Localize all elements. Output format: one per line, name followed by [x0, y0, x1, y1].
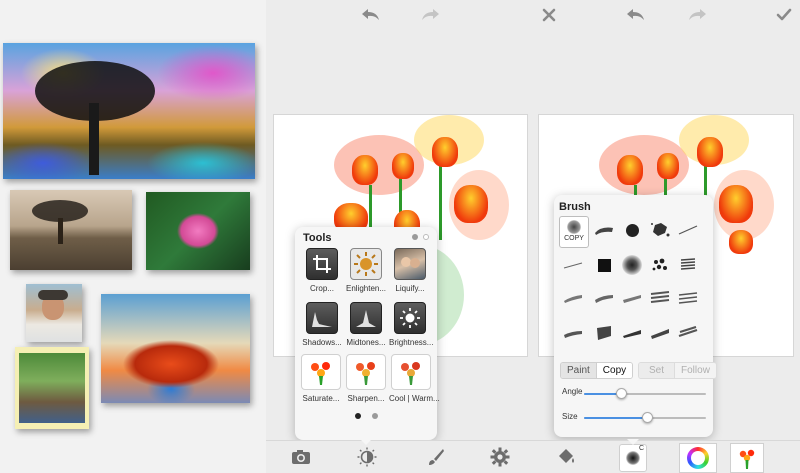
brush-splatter[interactable]	[647, 219, 673, 241]
brush-pencil-line[interactable]	[560, 254, 586, 276]
brush-stroke-5[interactable]	[675, 287, 701, 309]
gear-icon[interactable]	[489, 447, 511, 467]
pagination-dot-active[interactable]	[355, 413, 361, 419]
redo-icon[interactable]	[418, 4, 442, 26]
source-set-button[interactable]: Set	[639, 363, 675, 378]
brush-bristle[interactable]	[675, 254, 701, 276]
brush-selected-label: COPY	[564, 235, 584, 242]
top-toolbar	[266, 0, 800, 32]
tool-brightness-label: Brightness...	[389, 338, 434, 347]
tool-sharpen[interactable]: Sharpen...	[344, 354, 388, 403]
color-wheel-icon	[687, 447, 709, 469]
tool-saturate-label: Saturate...	[302, 394, 340, 403]
brush-mode-badge: C	[638, 445, 644, 452]
gallery-photo-tree-landscape[interactable]	[3, 43, 255, 179]
cool-warm-preview	[391, 354, 431, 390]
tools-popup-pointer	[360, 439, 372, 445]
brush-stroke-6[interactable]	[560, 322, 586, 344]
pagination-dot[interactable]	[372, 413, 378, 419]
color-picker-button[interactable]	[679, 443, 717, 473]
brush-selected[interactable]: COPY	[559, 216, 589, 248]
tool-liquify-label: Liquify...	[395, 284, 425, 293]
crop-icon	[306, 248, 338, 280]
camera-icon[interactable]	[290, 447, 312, 467]
enlighten-icon	[350, 248, 382, 280]
tool-sharpen-label: Sharpen...	[347, 394, 385, 403]
tool-liquify[interactable]: Liquify...	[389, 248, 431, 293]
photo-gallery	[0, 0, 266, 473]
tool-cool-warm-label: Cool | Warm...	[389, 394, 440, 403]
tool-brightness[interactable]: Brightness...	[389, 302, 434, 347]
brush-popup-pointer	[627, 439, 639, 445]
brush-icon[interactable]	[425, 447, 447, 467]
angle-slider[interactable]	[584, 388, 706, 399]
size-slider-knob[interactable]	[642, 412, 654, 423]
brush-dots[interactable]	[647, 254, 673, 276]
angle-label: Angle	[562, 387, 583, 396]
tool-crop[interactable]: Crop...	[301, 248, 343, 293]
angle-slider-knob[interactable]	[615, 388, 627, 399]
tool-crop-label: Crop...	[309, 284, 334, 293]
gallery-photo-lotus[interactable]	[146, 192, 250, 270]
liquify-icon	[394, 248, 426, 280]
soft-brush-icon	[626, 451, 640, 465]
brush-mode-selector: Paint Copy	[560, 362, 634, 379]
mode-copy-button[interactable]: Copy	[595, 363, 633, 378]
shadows-histogram-icon	[306, 302, 338, 334]
source-follow-button[interactable]: Follow	[674, 363, 716, 378]
tool-enlighten-label: Enlighten...	[345, 284, 387, 293]
tool-midtones[interactable]: Midtones...	[345, 302, 387, 347]
source-image-thumbnail[interactable]	[730, 443, 764, 473]
midtones-histogram-icon	[350, 302, 382, 334]
page-dot-indicator[interactable]	[423, 234, 429, 240]
undo-icon[interactable]	[359, 4, 383, 26]
sharpen-preview	[346, 354, 386, 390]
redo-icon[interactable]	[685, 4, 709, 26]
brush-thin-line[interactable]	[675, 219, 701, 241]
brush-popup: Brush COPY Paint Copy Set Follow Angle S…	[554, 195, 717, 437]
tool-cool-warm[interactable]: Cool | Warm...	[389, 354, 440, 403]
source-selector: Set Follow	[638, 362, 717, 379]
brush-round-hard[interactable]	[619, 219, 645, 241]
checkmark-icon[interactable]	[772, 4, 796, 26]
size-slider[interactable]	[584, 412, 706, 423]
saturate-preview	[301, 354, 341, 390]
brush-soft-spray[interactable]	[619, 254, 645, 276]
tool-saturate[interactable]: Saturate...	[299, 354, 343, 403]
gallery-photo-red-car[interactable]	[101, 294, 250, 403]
tools-popup: Tools Crop... Enlighten... Liquify... Sh…	[295, 227, 440, 440]
soft-brush-icon	[567, 220, 581, 234]
brush-stroke-8[interactable]	[619, 322, 645, 344]
tool-shadows-label: Shadows...	[302, 338, 342, 347]
tool-midtones-label: Midtones...	[346, 338, 386, 347]
tools-popup-title: Tools	[303, 232, 332, 244]
brightness-icon	[394, 302, 426, 334]
brush-stroke-1[interactable]	[560, 287, 586, 309]
brush-stroke-7[interactable]	[591, 322, 617, 344]
fill-bucket-icon[interactable]	[555, 447, 577, 467]
brush-square[interactable]	[591, 254, 617, 276]
brush-stroke-2[interactable]	[591, 287, 617, 309]
close-icon[interactable]	[537, 4, 561, 26]
active-brush-preview[interactable]: C	[619, 444, 647, 472]
brush-chalk[interactable]	[591, 219, 617, 241]
tool-shadows[interactable]: Shadows...	[301, 302, 343, 347]
undo-icon[interactable]	[624, 4, 648, 26]
brush-stroke-9[interactable]	[647, 322, 673, 344]
gallery-photo-bridge[interactable]	[15, 347, 89, 429]
brush-stroke-3[interactable]	[619, 287, 645, 309]
page-dot-indicator[interactable]	[412, 234, 418, 240]
contrast-icon[interactable]	[356, 447, 378, 467]
size-slider-fill	[584, 417, 648, 419]
bottom-toolbar: C	[266, 439, 800, 473]
gallery-photo-field-tree[interactable]	[10, 190, 132, 270]
mode-paint-button[interactable]: Paint	[561, 363, 596, 378]
tool-enlighten[interactable]: Enlighten...	[345, 248, 387, 293]
brush-popup-title: Brush	[559, 201, 591, 213]
gallery-photo-portrait[interactable]	[26, 284, 82, 342]
brush-stroke-10[interactable]	[675, 322, 701, 344]
size-label: Size	[562, 412, 578, 421]
brush-stroke-4[interactable]	[647, 287, 673, 309]
